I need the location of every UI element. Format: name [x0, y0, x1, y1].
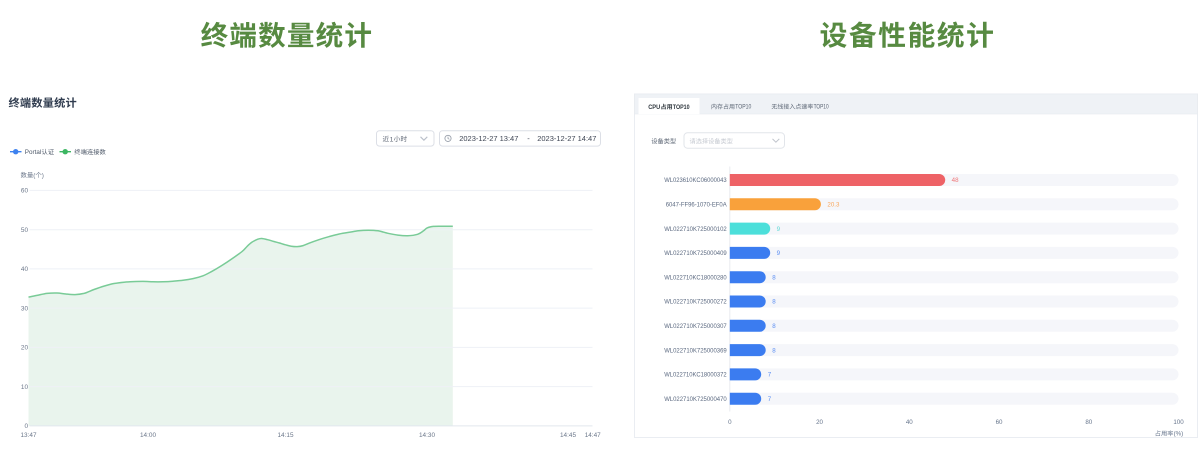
svg-text:7: 7: [768, 372, 772, 379]
svg-text:TOP10: TOP10: [735, 105, 752, 111]
svg-text:60: 60: [21, 188, 29, 195]
svg-text:10: 10: [21, 384, 29, 391]
svg-text:14:45: 14:45: [560, 432, 576, 439]
svg-text:WL022710K725000409: WL022710K725000409: [664, 250, 727, 257]
svg-text:0: 0: [728, 419, 732, 426]
svg-text:20: 20: [21, 345, 29, 352]
svg-text:WL022710K725000369: WL022710K725000369: [664, 347, 727, 354]
svg-text:7: 7: [768, 396, 772, 403]
svg-text:WL022710K725000102: WL022710K725000102: [664, 226, 727, 233]
svg-text:CPU: CPU: [648, 105, 660, 111]
svg-text:WL022710KC18000372: WL022710KC18000372: [664, 372, 727, 379]
svg-text:20.3: 20.3: [827, 202, 840, 209]
svg-text:2023-12-27 13:47: 2023-12-27 13:47: [459, 134, 518, 143]
svg-text:20: 20: [816, 419, 823, 426]
svg-text:TOP10: TOP10: [673, 105, 690, 111]
svg-text:50: 50: [21, 227, 29, 234]
svg-text:8: 8: [772, 274, 776, 281]
svg-text:48: 48: [952, 177, 959, 184]
svg-text:(%): (%): [1174, 431, 1184, 438]
svg-text:100: 100: [1173, 419, 1184, 426]
svg-text:Portal: Portal: [25, 149, 41, 156]
svg-text:9: 9: [777, 226, 781, 233]
svg-text:): ): [42, 172, 44, 179]
svg-text:60: 60: [996, 419, 1003, 426]
svg-text:2023-12-27 14:47: 2023-12-27 14:47: [537, 134, 596, 143]
svg-text:14:30: 14:30: [419, 432, 435, 439]
svg-text:14:00: 14:00: [140, 432, 156, 439]
svg-text:13:47: 13:47: [21, 432, 37, 439]
svg-text:0: 0: [24, 423, 28, 430]
svg-text:1: 1: [390, 136, 394, 143]
svg-text:WL022710K725000272: WL022710K725000272: [664, 299, 727, 306]
svg-text:40: 40: [906, 419, 913, 426]
svg-text:40: 40: [21, 266, 29, 273]
svg-text:14:47: 14:47: [585, 432, 601, 439]
svg-text:8: 8: [772, 347, 776, 354]
svg-text:WL022710K725000307: WL022710K725000307: [664, 323, 727, 330]
svg-text:9: 9: [777, 250, 781, 257]
svg-text:80: 80: [1085, 419, 1092, 426]
svg-text:WL022710KC18000280: WL022710KC18000280: [664, 274, 727, 281]
svg-text:TOP10: TOP10: [814, 105, 830, 111]
svg-text:8: 8: [772, 323, 776, 330]
svg-text:14:15: 14:15: [278, 432, 294, 439]
svg-text:6047-FF96-1070-EF0A: 6047-FF96-1070-EF0A: [666, 202, 728, 209]
svg-text:(: (: [33, 172, 36, 179]
svg-text:30: 30: [21, 305, 29, 312]
svg-text:WL022710K725000470: WL022710K725000470: [664, 396, 727, 403]
svg-text:8: 8: [772, 299, 776, 306]
svg-text:WL023610KC06000043: WL023610KC06000043: [664, 177, 727, 184]
